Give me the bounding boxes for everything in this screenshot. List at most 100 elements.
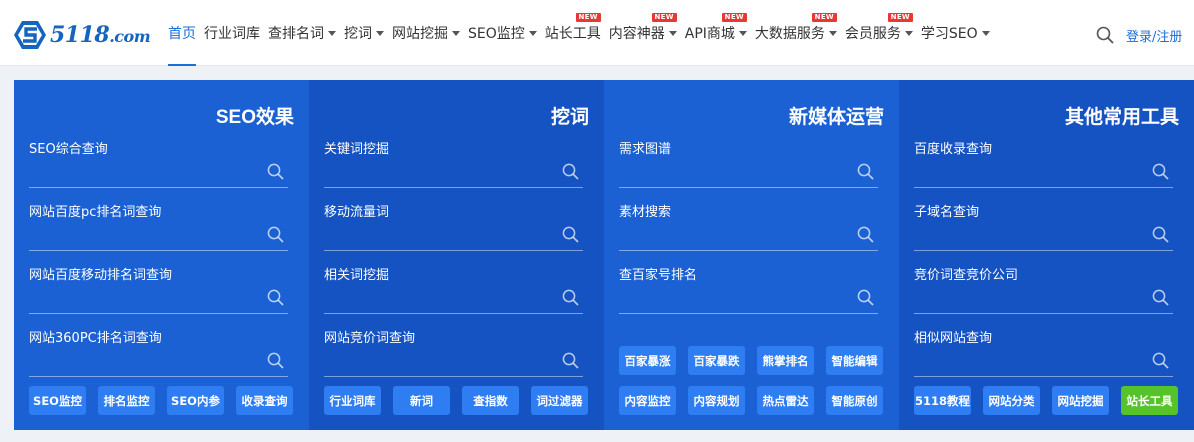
field-label: 查百家号排名 [619, 268, 698, 283]
nav-item-label: 内容神器 [608, 26, 665, 42]
button-row: SEO监控 排名监控 SEO内参 收录查询 [29, 386, 293, 415]
logo-icon [14, 21, 46, 49]
shortcut-button[interactable]: 智能原创 [826, 386, 883, 415]
top-nav: 5118.com 首页 行业词库 查排名词 挖词 网站挖掘 SEO监控 站长工具 NEW 内容神… [0, 0, 1194, 66]
shortcut-button[interactable]: 网站分类 [983, 386, 1040, 415]
tool-search-field[interactable]: SEO综合查询 [29, 138, 288, 188]
chevron-down-icon [376, 30, 384, 36]
nav-item[interactable]: 大数据服务 NEW [755, 0, 837, 66]
nav-item[interactable]: 查排名词 [268, 0, 336, 66]
shortcut-button[interactable]: 网站挖掘 [1052, 386, 1109, 415]
nav-item[interactable]: 会员服务 NEW [845, 0, 913, 66]
chevron-down-icon [668, 30, 677, 36]
shortcut-button[interactable]: 5118教程 [914, 386, 971, 415]
shortcut-button[interactable]: 新词 [393, 386, 450, 415]
search-icon[interactable] [1152, 226, 1169, 243]
nav-item[interactable]: 首页 [168, 0, 196, 66]
tool-search-field[interactable]: 素材搜索 [619, 201, 878, 251]
shortcut-button[interactable]: 内容监控 [619, 386, 676, 415]
shortcut-button[interactable]: 站长工具 [1121, 386, 1178, 415]
field-label: 网站百度移动排名词查询 [29, 268, 173, 283]
field-label: 百度收录查询 [914, 142, 993, 157]
tool-search-field[interactable]: 相关词挖掘 [324, 264, 583, 314]
shortcut-button[interactable]: 智能编辑 [826, 346, 883, 375]
nav-item-label: 挖词 [344, 26, 372, 42]
new-badge: NEW [651, 13, 677, 22]
button-row: 内容监控 内容规划 热点雷达 智能原创 [619, 386, 883, 415]
chevron-down-icon [904, 30, 913, 36]
nav-item[interactable]: SEO监控 [468, 0, 537, 66]
shortcut-button[interactable]: 熊掌排名 [757, 346, 814, 375]
tool-search-field[interactable]: 网站竞价词查询 [324, 327, 583, 377]
tool-search-field[interactable]: 子域名查询 [914, 201, 1173, 251]
search-icon[interactable] [1096, 26, 1114, 44]
nav-item[interactable]: 网站挖掘 [392, 0, 460, 66]
shortcut-button[interactable]: 词过滤器 [531, 386, 588, 415]
tool-panel: SEO效果 SEO综合查询网站百度pc排名词查询 网站百度移动排名词查询 网站360P… [14, 80, 1194, 430]
chevron-down-icon [452, 30, 460, 36]
search-icon[interactable] [562, 289, 579, 306]
search-icon[interactable] [1152, 289, 1169, 306]
shortcut-button[interactable]: 查指数 [462, 386, 519, 415]
nav-item[interactable]: 站长工具 NEW [545, 0, 601, 66]
field-label: 网站百度pc排名词查询 [29, 205, 162, 220]
shortcut-button[interactable]: 内容规划 [688, 386, 745, 415]
search-icon[interactable] [857, 289, 874, 306]
tool-search-field[interactable]: 相似网站查询 [914, 327, 1173, 377]
logo[interactable]: 5118.com [13, 20, 151, 50]
shortcut-button[interactable]: 排名监控 [98, 386, 155, 415]
new-badge: NEW [887, 13, 913, 22]
search-icon[interactable] [1152, 163, 1169, 180]
field-label: 竞价词查竞价公司 [914, 268, 1019, 283]
search-icon[interactable] [562, 226, 579, 243]
tool-search-field[interactable]: 需求图谱 [619, 138, 878, 188]
search-icon[interactable] [267, 163, 284, 180]
nav-item-label: 查排名词 [268, 26, 324, 42]
field-label: 网站360PC排名词查询 [29, 331, 162, 346]
nav-item-label: SEO监控 [468, 26, 525, 42]
nav-item-label: 网站挖掘 [392, 26, 448, 42]
tool-search-field[interactable]: 网站百度移动排名词查询 [29, 264, 288, 314]
field-label: 网站竞价词查询 [324, 331, 416, 346]
field-label: 需求图谱 [619, 142, 672, 157]
nav-item[interactable]: 学习SEO [921, 0, 990, 66]
chevron-down-icon [528, 30, 537, 36]
search-icon[interactable] [267, 226, 284, 243]
shortcut-button[interactable]: 收录查询 [236, 386, 293, 415]
shortcut-button[interactable]: 行业词库 [324, 386, 381, 415]
tool-search-field[interactable]: 查百家号排名 [619, 264, 878, 314]
tool-search-field[interactable]: 网站360PC排名词查询 [29, 327, 288, 377]
tool-search-field[interactable]: 网站百度pc排名词查询 [29, 201, 288, 251]
tool-search-field[interactable]: 百度收录查询 [914, 138, 1173, 188]
button-row: 5118教程 网站分类 网站挖掘 站长工具 [914, 386, 1178, 415]
nav-item[interactable]: API商城 NEW [685, 0, 747, 66]
tool-column: 新媒体运营 需求图谱 素材搜索 查百家号排名 百家暴涨 百家暴跌 熊掌排名 智能编辑 内容监控内… [604, 80, 899, 430]
search-icon[interactable] [1152, 352, 1169, 369]
tool-column: SEO效果 SEO综合查询网站百度pc排名词查询 网站百度移动排名词查询 网站360P… [14, 80, 309, 430]
new-badge: NEW [811, 13, 837, 22]
search-icon[interactable] [857, 226, 874, 243]
nav-item-label: API商城 [684, 26, 735, 42]
shortcut-button[interactable]: 热点雷达 [757, 386, 814, 415]
button-row: 行业词库 新词 查指数 词过滤器 [324, 386, 588, 415]
shortcut-button[interactable]: 百家暴跌 [688, 346, 745, 375]
search-icon[interactable] [562, 352, 579, 369]
tool-search-field[interactable]: 关键词挖掘 [324, 138, 583, 188]
nav-item[interactable]: 挖词 [344, 0, 384, 66]
tool-search-field[interactable]: 移动流量词 [324, 201, 583, 251]
search-icon[interactable] [267, 289, 284, 306]
column-title: SEO效果 [215, 107, 294, 128]
chevron-down-icon [738, 30, 747, 36]
search-icon[interactable] [267, 352, 284, 369]
nav-item[interactable]: 内容神器 NEW [609, 0, 677, 66]
shortcut-button[interactable]: SEO监控 [29, 386, 86, 415]
login-register-link[interactable]: 登录/注册 [1126, 26, 1182, 45]
new-badge: NEW [575, 13, 601, 22]
search-icon[interactable] [857, 163, 874, 180]
shortcut-button[interactable]: 百家暴涨 [619, 346, 676, 375]
search-icon[interactable] [562, 163, 579, 180]
field-label: 相似网站查询 [914, 331, 993, 346]
nav-item[interactable]: 行业词库 [204, 0, 260, 66]
shortcut-button[interactable]: SEO内参 [167, 386, 224, 415]
tool-search-field[interactable]: 竞价词查竞价公司 [914, 264, 1173, 314]
